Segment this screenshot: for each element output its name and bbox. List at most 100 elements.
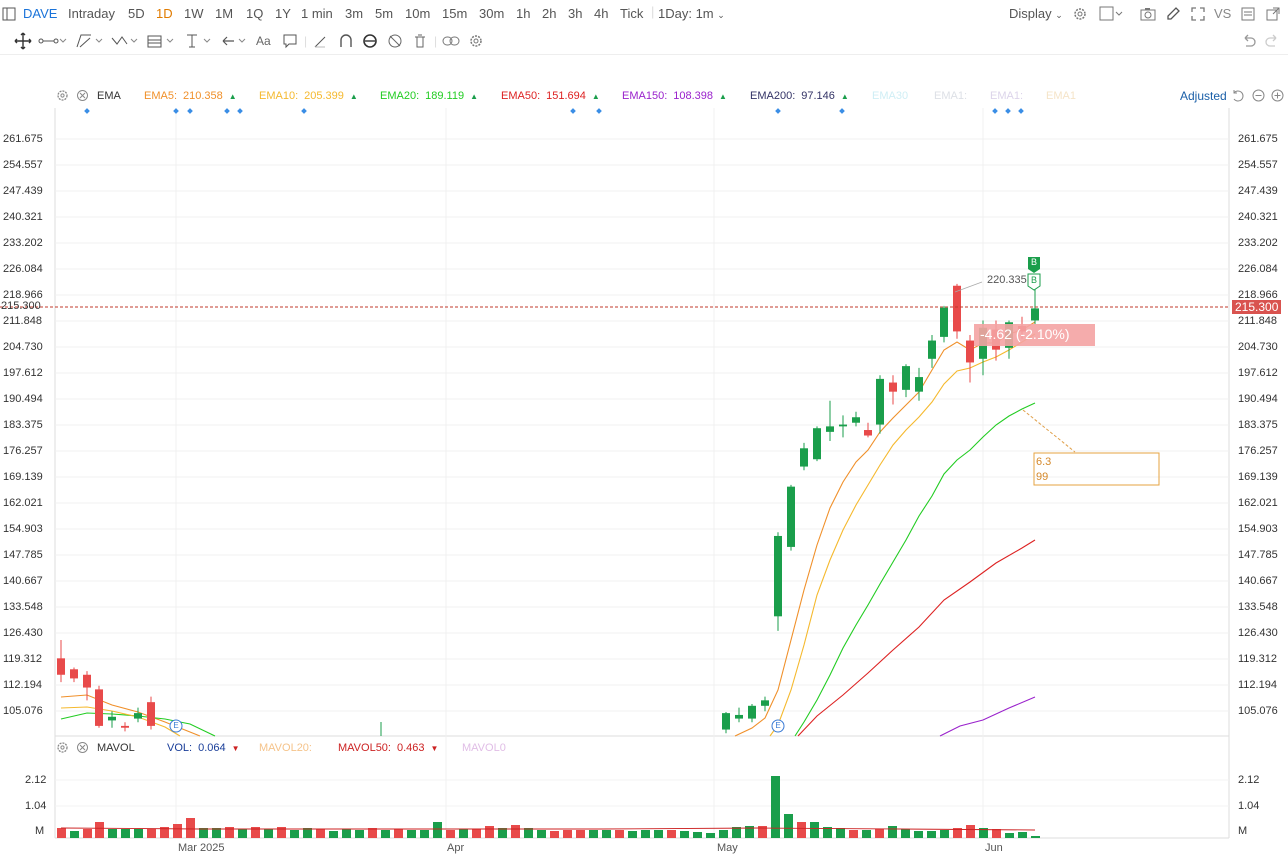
volume-bar[interactable] [641, 830, 650, 838]
volume-bar[interactable] [57, 828, 66, 838]
volume-bar[interactable] [836, 828, 845, 838]
volume-bar[interactable] [212, 828, 221, 838]
candle[interactable] [787, 484, 795, 551]
candle[interactable] [735, 707, 743, 723]
volume-bar[interactable] [83, 829, 92, 838]
volume-bar[interactable] [732, 827, 741, 838]
volume-bar[interactable] [368, 828, 377, 838]
event-marker[interactable] [1005, 108, 1011, 114]
event-marker[interactable] [187, 108, 193, 114]
volume-bar[interactable] [95, 822, 104, 838]
volume-bar[interactable] [355, 830, 364, 838]
volume-bar[interactable] [407, 830, 416, 838]
candle[interactable] [800, 442, 808, 471]
volume-bar[interactable] [966, 825, 975, 838]
candle[interactable] [95, 685, 103, 728]
volume-bar[interactable] [238, 829, 247, 838]
volume-bar[interactable] [459, 829, 468, 838]
volume-bar[interactable] [537, 830, 546, 838]
candle[interactable] [57, 640, 65, 683]
volume-bar[interactable] [498, 828, 507, 838]
volume-bar[interactable] [420, 830, 429, 838]
volume-bar[interactable] [602, 830, 611, 838]
volume-bar[interactable] [381, 830, 390, 838]
volume-bar[interactable] [199, 828, 208, 838]
volume-bar[interactable] [693, 832, 702, 838]
volume-bar[interactable] [342, 829, 351, 838]
volume-bar[interactable] [1005, 833, 1014, 838]
event-marker[interactable] [596, 108, 602, 114]
volume-bar[interactable] [654, 830, 663, 838]
candle[interactable] [902, 364, 910, 398]
volume-bar[interactable] [940, 830, 949, 838]
candle[interactable] [748, 703, 756, 723]
volume-bar[interactable] [810, 822, 819, 838]
volume-bar[interactable] [784, 814, 793, 838]
volume-bar[interactable] [771, 776, 780, 838]
volume-bar[interactable] [914, 831, 923, 838]
volume-bar[interactable] [862, 830, 871, 838]
volume-bar[interactable] [888, 826, 897, 838]
candle[interactable] [953, 283, 961, 339]
volume-bar[interactable] [797, 822, 806, 838]
vol-close-icon[interactable] [76, 741, 89, 758]
candle[interactable] [761, 696, 769, 712]
volume-bar[interactable] [680, 831, 689, 838]
event-marker[interactable] [992, 108, 998, 114]
candle[interactable] [147, 696, 155, 730]
event-marker[interactable] [775, 108, 781, 114]
volume-bar[interactable] [875, 829, 884, 838]
candle[interactable] [774, 532, 782, 631]
volume-bar[interactable] [628, 831, 637, 838]
volume-bar[interactable] [108, 829, 117, 838]
event-marker[interactable] [224, 108, 230, 114]
volume-bar[interactable] [1031, 836, 1040, 838]
volume-bar[interactable] [576, 830, 585, 838]
volume-bar[interactable] [186, 818, 195, 838]
candle[interactable] [134, 707, 142, 723]
volume-bar[interactable] [446, 830, 455, 838]
volume-bar[interactable] [992, 829, 1001, 838]
volume-bar[interactable] [264, 829, 273, 838]
volume-bar[interactable] [316, 829, 325, 838]
volume-bar[interactable] [433, 822, 442, 838]
price-chart[interactable] [0, 0, 1288, 858]
volume-bar[interactable] [394, 829, 403, 838]
candle[interactable] [70, 667, 78, 683]
volume-bar[interactable] [173, 824, 182, 838]
vol-settings-icon[interactable] [56, 741, 69, 758]
volume-bar[interactable] [667, 830, 676, 838]
volume-bar[interactable] [134, 829, 143, 838]
order-box[interactable] [1033, 452, 1160, 486]
candle[interactable] [940, 305, 948, 343]
event-marker[interactable] [570, 108, 576, 114]
volume-bar[interactable] [70, 831, 79, 838]
volume-bar[interactable] [901, 829, 910, 838]
event-marker[interactable] [1018, 108, 1024, 114]
volume-bar[interactable] [290, 830, 299, 838]
candle[interactable] [826, 400, 834, 441]
vol-indicator-name[interactable]: MAVOL [97, 741, 135, 755]
volume-bar[interactable] [511, 825, 520, 838]
volume-bar[interactable] [524, 828, 533, 838]
volume-bar[interactable] [849, 830, 858, 838]
volume-bar[interactable] [615, 830, 624, 838]
event-marker[interactable] [173, 108, 179, 114]
event-marker[interactable] [237, 108, 243, 114]
event-marker[interactable] [839, 108, 845, 114]
volume-bar[interactable] [1018, 832, 1027, 838]
candle[interactable] [889, 375, 897, 405]
candle[interactable] [852, 411, 860, 427]
volume-bar[interactable] [472, 829, 481, 838]
candle[interactable] [928, 335, 936, 368]
candle[interactable] [722, 712, 730, 734]
candle[interactable] [966, 335, 974, 383]
candle[interactable] [1031, 287, 1039, 325]
candle[interactable] [813, 426, 821, 462]
volume-bar[interactable] [121, 829, 130, 838]
volume-bar[interactable] [329, 831, 338, 838]
volume-bar[interactable] [589, 830, 598, 838]
candle[interactable] [121, 722, 129, 732]
volume-bar[interactable] [563, 830, 572, 838]
volume-bar[interactable] [927, 831, 936, 838]
